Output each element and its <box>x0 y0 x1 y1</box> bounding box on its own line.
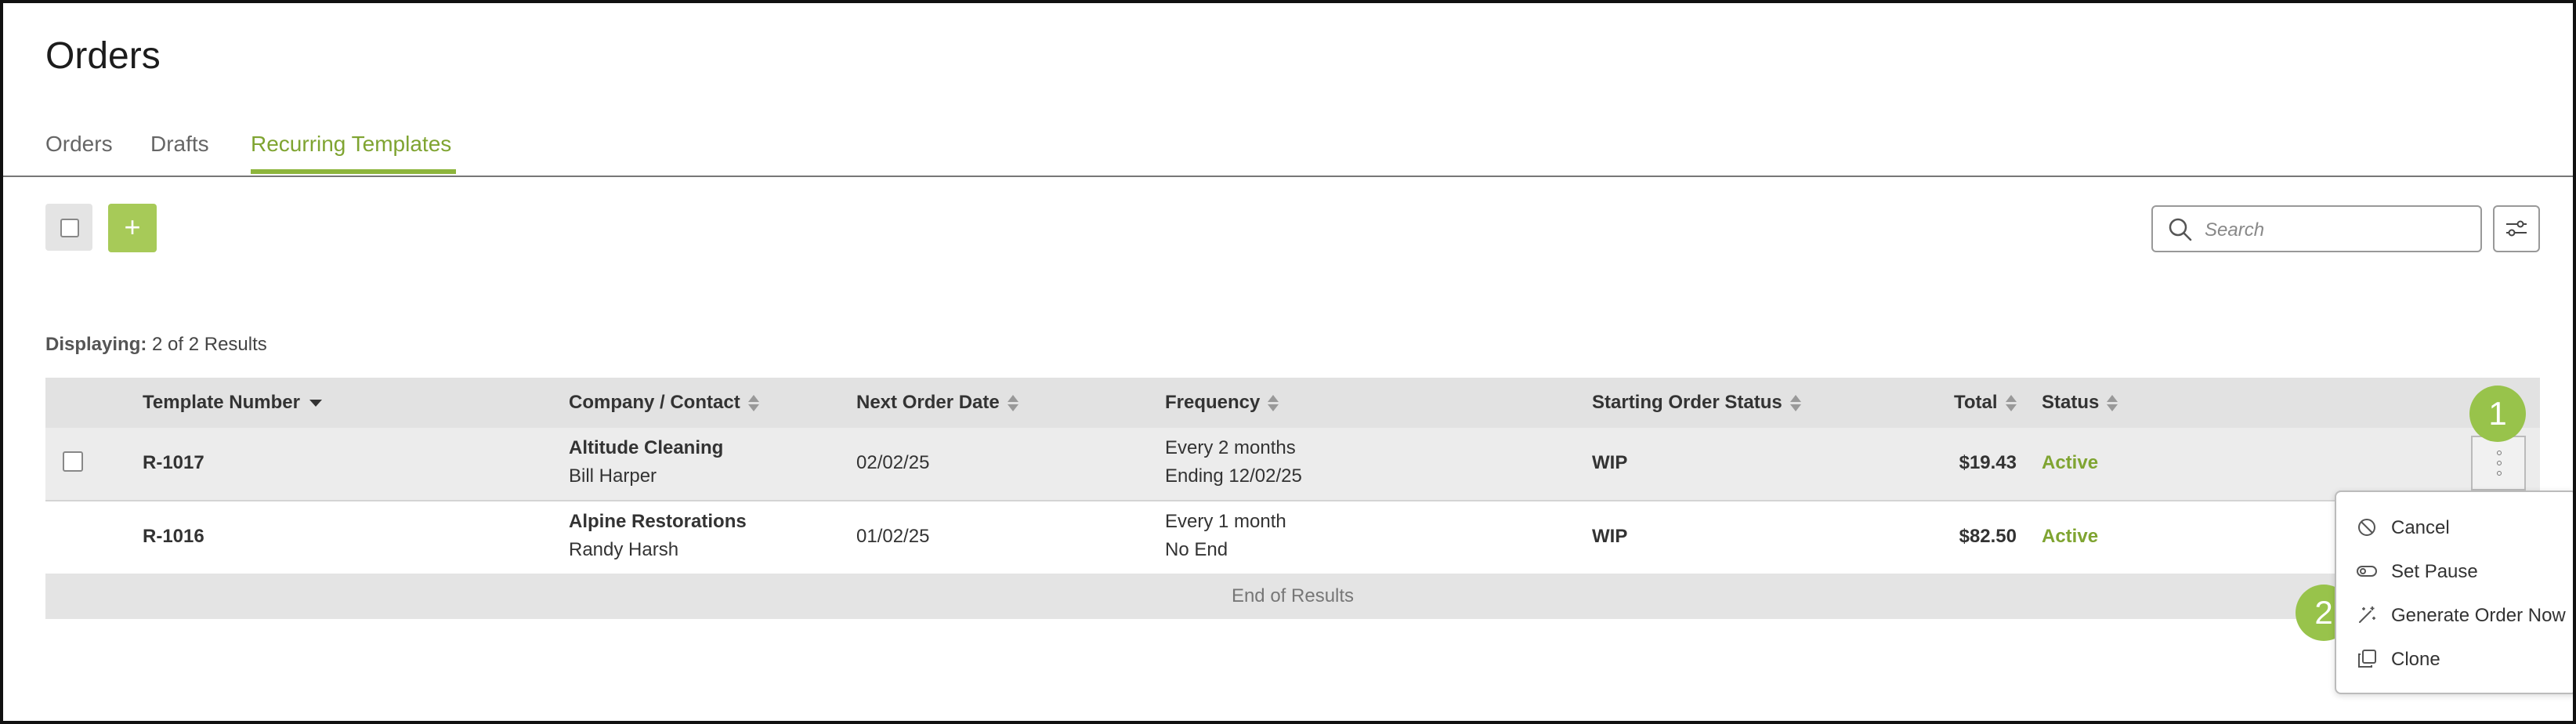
tab-bar: Orders Drafts Recurring Templates <box>3 121 2573 177</box>
column-label: Starting Order Status <box>1592 392 1782 413</box>
menu-item-generate-order-now[interactable]: Generate Order Now <box>2336 595 2573 635</box>
row-actions-button[interactable] <box>2471 436 2526 491</box>
filter-settings-button[interactable] <box>2493 205 2540 252</box>
menu-item-label: Set Pause <box>2391 561 2478 582</box>
company-name: Alpine Restorations <box>569 511 747 532</box>
sort-icon <box>1007 394 1018 413</box>
column-label: Template Number <box>143 392 300 413</box>
search-box <box>2151 205 2482 252</box>
column-label: Frequency <box>1165 392 1261 413</box>
add-template-button[interactable]: + <box>108 204 157 252</box>
table-header: Template Number Company / Contact Next O… <box>45 378 2540 428</box>
active-tab-indicator <box>251 169 456 174</box>
table-row[interactable]: R-1017 Altitude Cleaning Bill Harper 02/… <box>45 428 2540 501</box>
search-icon <box>2169 218 2192 241</box>
menu-item-cancel[interactable]: Cancel <box>2336 508 2573 547</box>
clone-icon <box>2358 650 2376 668</box>
menu-item-set-pause[interactable]: Set Pause <box>2336 552 2573 591</box>
results-label: Displaying: <box>45 334 147 355</box>
starting-order-status: WIP <box>1592 452 1628 473</box>
sort-icon <box>1789 394 1801 413</box>
row-total: $19.43 <box>1959 452 2017 473</box>
table-row[interactable]: R-1016 Alpine Restorations Randy Harsh 0… <box>45 501 2540 575</box>
dot <box>2497 451 2502 455</box>
column-header-starting-order-status[interactable]: Starting Order Status <box>1592 392 1801 414</box>
step-badge-1: 1 <box>2469 386 2526 442</box>
tab-orders[interactable]: Orders <box>45 132 113 157</box>
results-text: 2 of 2 Results <box>152 334 267 355</box>
row-actions-menu: Cancel Set Pause Generate Order Now Clon… <box>2335 491 2573 694</box>
status-badge: Active <box>2042 526 2099 547</box>
sort-icon <box>1268 394 1279 413</box>
tab-drafts[interactable]: Drafts <box>150 132 209 157</box>
column-label: Total <box>1954 392 1998 413</box>
menu-item-clone[interactable]: Clone <box>2336 639 2573 679</box>
company-name: Altitude Cleaning <box>569 437 724 458</box>
frequency-end: No End <box>1165 539 1228 560</box>
magic-wand-icon <box>2359 606 2375 623</box>
app-frame: Orders Orders Drafts Recurring Templates… <box>0 0 2576 724</box>
column-header-total[interactable]: Total <box>1954 392 2017 414</box>
column-label: Next Order Date <box>856 392 1000 413</box>
sort-icon <box>747 394 759 413</box>
tab-recurring-templates[interactable]: Recurring Templates <box>251 132 451 157</box>
dot <box>2497 461 2502 465</box>
frequency: Every 2 months <box>1165 437 1296 458</box>
results-count: Displaying: 2 of 2 Results <box>45 334 267 356</box>
menu-item-label: Generate Order Now <box>2391 605 2566 626</box>
next-order-date: 01/02/25 <box>856 526 930 547</box>
sort-icon <box>2107 394 2118 413</box>
column-label: Status <box>2042 392 2100 413</box>
sort-icon <box>2005 394 2017 413</box>
search-input[interactable] <box>2203 216 2473 244</box>
dot <box>2497 471 2502 476</box>
column-label: Company / Contact <box>569 392 740 413</box>
toggle-icon <box>2357 566 2377 577</box>
select-all-container <box>45 204 92 251</box>
starting-order-status: WIP <box>1592 526 1628 547</box>
page-title: Orders <box>45 35 161 77</box>
sort-desc-icon <box>309 400 322 407</box>
contact-name: Randy Harsh <box>569 539 679 560</box>
menu-item-label: Clone <box>2391 649 2440 670</box>
sliders-icon <box>2506 220 2527 237</box>
column-header-status[interactable]: Status <box>2042 392 2118 414</box>
frequency-end: Ending 12/02/25 <box>1165 465 1302 487</box>
template-number[interactable]: R-1016 <box>143 526 204 548</box>
row-checkbox[interactable] <box>63 451 83 472</box>
end-of-results: End of Results <box>45 574 2540 619</box>
contact-name: Bill Harper <box>569 465 657 487</box>
frequency: Every 1 month <box>1165 511 1286 532</box>
column-header-company-contact[interactable]: Company / Contact <box>569 392 759 414</box>
select-all-checkbox[interactable] <box>60 219 79 237</box>
row-total: $82.50 <box>1959 526 2017 547</box>
template-number[interactable]: R-1017 <box>143 452 204 474</box>
status-badge: Active <box>2042 452 2099 473</box>
cancel-icon <box>2358 519 2375 536</box>
column-header-next-order-date[interactable]: Next Order Date <box>856 392 1018 414</box>
next-order-date: 02/02/25 <box>856 452 930 473</box>
column-header-frequency[interactable]: Frequency <box>1165 392 1279 414</box>
column-header-template-number[interactable]: Template Number <box>143 392 322 414</box>
menu-item-label: Cancel <box>2391 517 2450 538</box>
